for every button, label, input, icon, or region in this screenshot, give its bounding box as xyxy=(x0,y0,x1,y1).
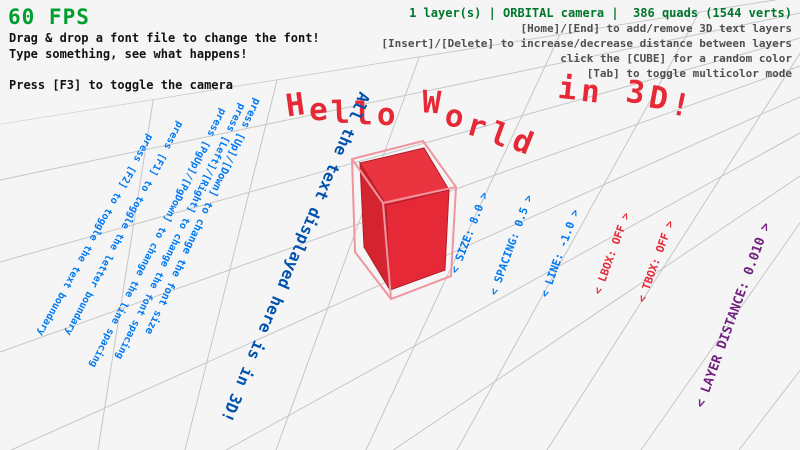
keyboard-hint-line: click the [CUBE] for a random color xyxy=(381,53,792,64)
wave-letter: H xyxy=(284,89,311,123)
wave-letter: e xyxy=(308,94,333,127)
drag-drop-hint: Drag & drop a font file to change the fo… xyxy=(9,32,320,44)
render-stats: 1 layer(s) | ORBITAL camera | 386 quads … xyxy=(409,7,792,19)
keyboard-hint-line: [Insert]/[Delete] to increase/decrease d… xyxy=(381,38,792,49)
camera-toggle-hint: Press [F3] to toggle the camera xyxy=(9,79,233,91)
wave-letter xyxy=(603,80,626,111)
fps-counter: 60 FPS xyxy=(8,7,90,28)
keyboard-hint-line: [Tab] to toggle multicolor mode xyxy=(381,68,792,79)
wave-letter: ! xyxy=(668,89,697,124)
wave-letter xyxy=(535,118,558,149)
keyboard-hints: [Home]/[End] to add/remove 3D text layer… xyxy=(381,23,792,83)
wave-letter xyxy=(399,96,422,127)
wave-letter: W xyxy=(421,87,446,120)
wave-letter: o xyxy=(376,100,400,132)
keyboard-hint-line: [Home]/[End] to add/remove 3D text layer… xyxy=(381,23,792,34)
cube[interactable] xyxy=(352,141,456,299)
type-hint: Type something, see what happens! xyxy=(9,48,247,60)
raylib-text3d-viewport: Hello World in 3D! All the text displaye… xyxy=(0,0,800,450)
